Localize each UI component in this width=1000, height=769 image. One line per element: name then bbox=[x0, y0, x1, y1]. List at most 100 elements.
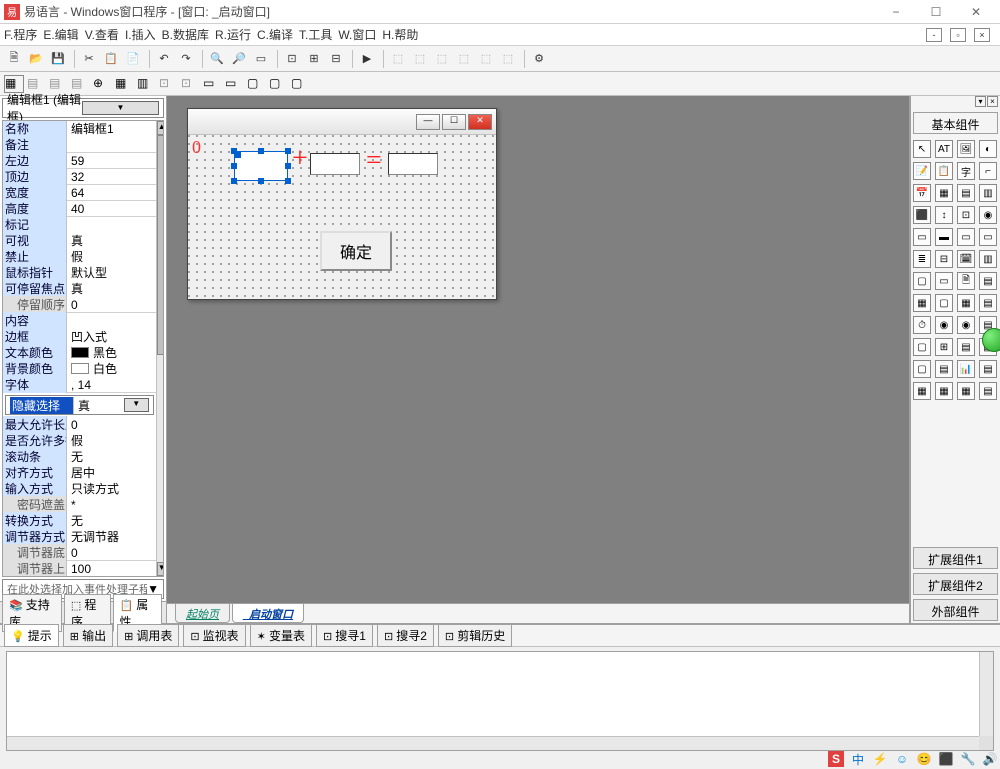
form-close-button[interactable]: ✕ bbox=[468, 114, 492, 130]
dropdown-icon[interactable]: ▼ bbox=[124, 398, 149, 412]
editbox-2[interactable] bbox=[310, 153, 360, 175]
component-1[interactable]: AT bbox=[935, 140, 953, 158]
property-row[interactable]: 鼠标指针默认型 bbox=[3, 265, 156, 281]
component-7[interactable]: ⌐ bbox=[979, 162, 997, 180]
tray-power-icon[interactable]: ⚡ bbox=[872, 751, 888, 767]
step5-icon[interactable]: ⬚ bbox=[476, 49, 496, 69]
property-value[interactable]: 无 bbox=[67, 512, 156, 529]
win1-icon[interactable]: ⊡ bbox=[282, 49, 302, 69]
tab-ext1[interactable]: 扩展组件1 bbox=[913, 547, 998, 569]
unlock-icon[interactable]: ▢ bbox=[268, 75, 288, 93]
form-designer[interactable]: — ☐ ✕ 0 + = 确定 bbox=[187, 108, 497, 300]
component-45[interactable]: ▦ bbox=[935, 382, 953, 400]
property-row[interactable]: 左边59 bbox=[3, 153, 156, 169]
property-row[interactable]: 输入方式只读方式 bbox=[3, 481, 156, 497]
component-11[interactable]: ▥ bbox=[979, 184, 997, 202]
panel-dd-icon[interactable]: ▾ bbox=[975, 96, 986, 107]
component-33[interactable]: ◉ bbox=[935, 316, 953, 334]
component-46[interactable]: ▦ bbox=[957, 382, 975, 400]
component-40[interactable]: ▢ bbox=[913, 360, 931, 378]
property-row[interactable]: 宽度64 bbox=[3, 185, 156, 201]
menu-tools[interactable]: T.工具 bbox=[299, 26, 332, 43]
cut-icon[interactable]: ✂ bbox=[79, 49, 99, 69]
scroll-up-icon[interactable]: ▲ bbox=[157, 121, 164, 135]
undo-icon[interactable]: ↶ bbox=[154, 49, 174, 69]
ok-button[interactable]: 确定 bbox=[320, 231, 392, 271]
component-37[interactable]: ⊞ bbox=[935, 338, 953, 356]
tab-cliphistory[interactable]: ⊡ 剪辑历史 bbox=[438, 624, 512, 647]
component-30[interactable]: ▦ bbox=[957, 294, 975, 312]
tab-basic-components[interactable]: 基本组件 bbox=[913, 112, 998, 134]
vscroll[interactable] bbox=[979, 652, 993, 736]
property-value[interactable]: 黑色 bbox=[67, 344, 156, 361]
resize-grip[interactable] bbox=[979, 736, 993, 750]
editbox-3[interactable] bbox=[388, 153, 438, 175]
center-icon[interactable]: ⊡ bbox=[158, 75, 178, 93]
property-value[interactable]: 无 bbox=[67, 448, 156, 465]
open-icon[interactable]: 📂 bbox=[26, 49, 46, 69]
tab-hint[interactable]: 💡 提示 bbox=[4, 624, 59, 647]
property-row[interactable]: 文本颜色黑色 bbox=[3, 345, 156, 361]
find-icon[interactable]: 🔍 bbox=[207, 49, 227, 69]
component-43[interactable]: ▤ bbox=[979, 360, 997, 378]
component-20[interactable]: ≣ bbox=[913, 250, 931, 268]
tab-ext2[interactable]: 扩展组件2 bbox=[913, 573, 998, 595]
tray-tool-icon[interactable]: 🔧 bbox=[960, 751, 976, 767]
win3-icon[interactable]: ⊟ bbox=[326, 49, 346, 69]
property-row[interactable]: 可停留焦点真 bbox=[3, 281, 156, 297]
step2-icon[interactable]: ⬚ bbox=[410, 49, 430, 69]
tab-watch[interactable]: ⊡ 监视表 bbox=[183, 624, 245, 647]
property-row[interactable]: 顶边32 bbox=[3, 169, 156, 185]
property-row[interactable]: 背景颜色白色 bbox=[3, 361, 156, 377]
tab-external[interactable]: 外部组件 bbox=[913, 599, 998, 621]
form-min-button[interactable]: — bbox=[416, 114, 440, 130]
property-row[interactable]: 名称编辑框1 bbox=[3, 121, 156, 137]
tray-smile-icon[interactable]: 😊 bbox=[916, 751, 932, 767]
lock-icon[interactable]: ▢ bbox=[246, 75, 266, 93]
component-17[interactable]: ▬ bbox=[935, 228, 953, 246]
component-18[interactable]: ▭ bbox=[957, 228, 975, 246]
component-28[interactable]: ▦ bbox=[913, 294, 931, 312]
menu-program[interactable]: F.程序 bbox=[4, 26, 37, 43]
tab-output[interactable]: ⊞ 输出 bbox=[63, 624, 113, 647]
property-row[interactable]: 调节器上限值100 bbox=[3, 561, 156, 577]
property-value[interactable]: 40 bbox=[67, 202, 156, 216]
property-row[interactable]: 调节器底限值0 bbox=[3, 545, 156, 561]
tray-app-icon[interactable]: ⬛ bbox=[938, 751, 954, 767]
property-value[interactable]: 0 bbox=[67, 546, 156, 560]
component-44[interactable]: ▦ bbox=[913, 382, 931, 400]
component-47[interactable]: ▤ bbox=[979, 382, 997, 400]
close-button[interactable]: ✕ bbox=[956, 1, 996, 23]
tab-start-window[interactable]: _启动窗口 bbox=[232, 604, 304, 623]
spacing-icon[interactable]: ⊡ bbox=[180, 75, 200, 93]
object-selector[interactable]: 编辑框1 (编辑框) ▼ bbox=[2, 98, 164, 118]
menu-window[interactable]: W.窗口 bbox=[338, 26, 376, 43]
property-row[interactable]: 停留顺序0 bbox=[3, 297, 156, 313]
mdi-min-button[interactable]: - bbox=[926, 28, 942, 42]
component-38[interactable]: ▤ bbox=[957, 338, 975, 356]
tab-calltable[interactable]: ⊞ 调用表 bbox=[117, 624, 179, 647]
component-24[interactable]: ▢ bbox=[913, 272, 931, 290]
component-19[interactable]: ▭ bbox=[979, 228, 997, 246]
run-icon[interactable]: ▶ bbox=[357, 49, 377, 69]
tray-face-icon[interactable]: ☺ bbox=[894, 751, 910, 767]
align-right-icon[interactable]: ▤ bbox=[70, 75, 90, 93]
property-row[interactable]: 内容 bbox=[3, 313, 156, 329]
front-icon[interactable]: ▭ bbox=[202, 75, 222, 93]
property-value[interactable]: 59 bbox=[67, 154, 156, 168]
component-31[interactable]: ▤ bbox=[979, 294, 997, 312]
component-42[interactable]: 📊 bbox=[957, 360, 975, 378]
component-15[interactable]: ◉ bbox=[979, 206, 997, 224]
component-2[interactable]: 🖼 bbox=[957, 140, 975, 158]
step4-icon[interactable]: ⬚ bbox=[454, 49, 474, 69]
property-value[interactable]: 编辑框1 bbox=[67, 120, 156, 137]
property-row[interactable]: 字体, 14 bbox=[3, 377, 156, 393]
property-value[interactable]: 真 bbox=[67, 280, 156, 297]
align-top-icon[interactable]: ▤ bbox=[48, 75, 68, 93]
component-5[interactable]: 📋 bbox=[935, 162, 953, 180]
cfg-icon[interactable]: ⚙ bbox=[529, 49, 549, 69]
property-row[interactable]: 密码遮盖字符* bbox=[3, 497, 156, 513]
property-row[interactable]: 滚动条无 bbox=[3, 449, 156, 465]
property-value[interactable]: 真 bbox=[67, 232, 156, 249]
new-icon[interactable]: 🗎 bbox=[4, 49, 24, 69]
